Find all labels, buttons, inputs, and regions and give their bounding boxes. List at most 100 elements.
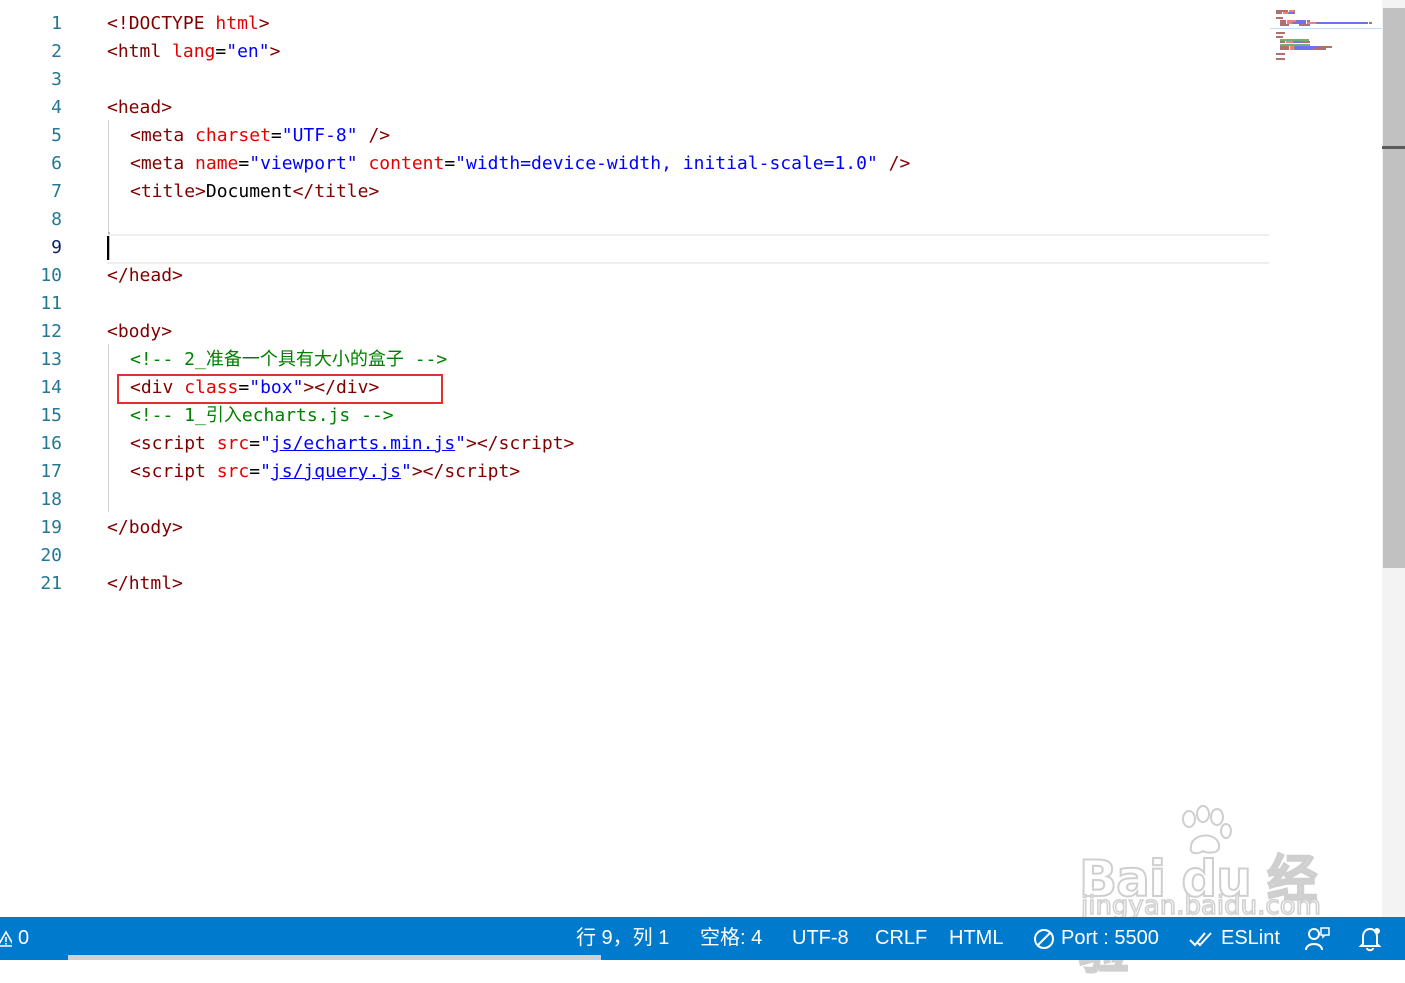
code-token: <! bbox=[107, 13, 129, 34]
code-token: lang bbox=[172, 41, 216, 62]
port-label: Port : 5500 bbox=[1061, 927, 1159, 949]
code-token: Document bbox=[205, 181, 293, 202]
code-token: </ bbox=[292, 181, 315, 202]
code-token: > bbox=[195, 181, 206, 202]
code-token: name bbox=[195, 153, 239, 174]
code-line[interactable]: 17 <script src="js/jquery.js"></script> bbox=[0, 458, 1270, 486]
line-number: 12 bbox=[40, 321, 62, 342]
code-text: <html lang="en"> bbox=[107, 38, 280, 66]
language-label: HTML bbox=[949, 927, 1004, 949]
eslint-status[interactable]: ESLint bbox=[1189, 917, 1280, 960]
minimap-stroke bbox=[1331, 46, 1332, 48]
code-token: </ bbox=[107, 265, 129, 286]
code-token: > bbox=[258, 13, 270, 34]
code-line[interactable]: 16 <script src="js/echarts.min.js"></scri… bbox=[0, 430, 1270, 458]
code-line[interactable]: 20 bbox=[0, 542, 1270, 570]
code-token: > bbox=[509, 461, 521, 482]
code-token: title bbox=[140, 181, 196, 202]
code-token: html bbox=[117, 41, 162, 62]
line-number: 4 bbox=[51, 97, 62, 118]
code-line[interactable]: 7 <title>Document</title> bbox=[0, 178, 1270, 206]
code-text: <script src="js/echarts.min.js"></script… bbox=[130, 430, 574, 458]
code-editor[interactable]: 1 <!DOCTYPE html> 2 <html lang="en"> 3 4 <head… bbox=[0, 0, 1382, 917]
code-token: = bbox=[215, 41, 227, 62]
code-line[interactable]: 13 <!-- 2_准备一个具有大小的盒子 --> bbox=[0, 346, 1270, 374]
code-line[interactable]: 2 <html lang="en"> bbox=[0, 38, 1270, 66]
line-number: 17 bbox=[40, 461, 62, 482]
line-number: 5 bbox=[51, 125, 62, 146]
code-line[interactable]: 18 bbox=[0, 486, 1270, 514]
line-number: 6 bbox=[51, 153, 62, 174]
code-token: > bbox=[172, 517, 183, 538]
encoding-selector[interactable]: UTF-8 bbox=[792, 917, 849, 960]
feedback-button[interactable] bbox=[1304, 917, 1330, 960]
code-token: = bbox=[249, 433, 261, 454]
double-check-icon bbox=[1189, 931, 1212, 946]
code-text: <!DOCTYPE html> bbox=[107, 10, 270, 38]
code-token: "UTF-8" bbox=[281, 125, 358, 146]
code-token: </ bbox=[107, 517, 129, 538]
minimap-stroke bbox=[1277, 12, 1282, 15]
code-token: > bbox=[172, 573, 183, 594]
bell-icon bbox=[1358, 927, 1382, 951]
warning-icon bbox=[0, 929, 12, 947]
live-server-port[interactable]: Port : 5500 bbox=[1033, 917, 1159, 960]
notifications-button[interactable] bbox=[1357, 917, 1383, 960]
code-line[interactable]: 6 <meta name="viewport" content="width=de… bbox=[0, 150, 1270, 178]
code-token: " bbox=[260, 433, 271, 454]
language-mode-selector[interactable]: HTML bbox=[949, 917, 1003, 960]
code-token: > bbox=[368, 181, 380, 202]
code-text: <body> bbox=[107, 318, 172, 346]
code-line[interactable]: 11 bbox=[0, 290, 1270, 318]
minimap[interactable] bbox=[1270, 0, 1382, 917]
code-link[interactable]: js/echarts.min.js bbox=[271, 433, 455, 454]
line-number: 2 bbox=[51, 41, 62, 62]
code-token: = bbox=[270, 125, 282, 146]
vertical-scrollbar[interactable] bbox=[1382, 0, 1405, 917]
status-bar: 0 行 9，列 1 空格: 4 UTF-8 CRLF HTML Port : 5… bbox=[0, 917, 1405, 960]
indentation-setting[interactable]: 空格: 4 bbox=[700, 917, 762, 960]
problems-indicator[interactable]: 0 bbox=[0, 917, 29, 960]
code-token: head bbox=[128, 265, 173, 286]
code-token: < bbox=[130, 433, 141, 454]
code-line[interactable]: 21 </html> bbox=[0, 570, 1270, 598]
indent-guide-body bbox=[108, 344, 109, 512]
code-line[interactable]: 1 <!DOCTYPE html> bbox=[0, 10, 1270, 38]
code-token: > bbox=[563, 433, 575, 454]
line-number: 9 bbox=[51, 237, 62, 258]
warning-count: 0 bbox=[18, 927, 30, 949]
code-text: </head> bbox=[107, 262, 183, 290]
code-line[interactable]: 12 <body> bbox=[0, 318, 1270, 346]
code-line[interactable]: 15 <!-- 1_引入echarts.js --> bbox=[0, 402, 1270, 430]
code-token: DOCTYPE bbox=[128, 13, 205, 34]
code-token: > bbox=[161, 321, 173, 342]
code-link[interactable]: js/jquery.js bbox=[271, 461, 401, 482]
code-token: < bbox=[107, 41, 118, 62]
code-line[interactable]: 4 <head> bbox=[0, 94, 1270, 122]
code-token: head bbox=[117, 97, 162, 118]
eslint-label: ESLint bbox=[1221, 927, 1280, 949]
code-token: meta bbox=[140, 153, 185, 174]
code-line[interactable]: 8 bbox=[0, 206, 1270, 234]
indent-guide-head bbox=[108, 120, 109, 232]
code-token: </ bbox=[107, 573, 129, 594]
code-token: < bbox=[130, 181, 141, 202]
line-number: 8 bbox=[51, 209, 62, 230]
line-number: 7 bbox=[51, 181, 62, 202]
horizontal-scroll-strip bbox=[68, 955, 601, 960]
scrollbar-cursor-marker bbox=[1382, 146, 1405, 149]
cursor-position[interactable]: 行 9，列 1 bbox=[576, 917, 669, 960]
scrollbar-thumb[interactable] bbox=[1383, 8, 1405, 568]
code-line[interactable]: 3 bbox=[0, 66, 1270, 94]
code-line[interactable]: 5 <meta charset="UTF-8" /> bbox=[0, 122, 1270, 150]
minimap-stroke bbox=[1325, 48, 1326, 51]
code-text: <title>Document</title> bbox=[130, 178, 379, 206]
code-line[interactable]: 19 </body> bbox=[0, 514, 1270, 542]
code-line[interactable]: 10 </head> bbox=[0, 262, 1270, 290]
code-text: </html> bbox=[107, 570, 183, 598]
eol-selector[interactable]: CRLF bbox=[875, 917, 927, 960]
minimap-stroke bbox=[1288, 24, 1289, 27]
